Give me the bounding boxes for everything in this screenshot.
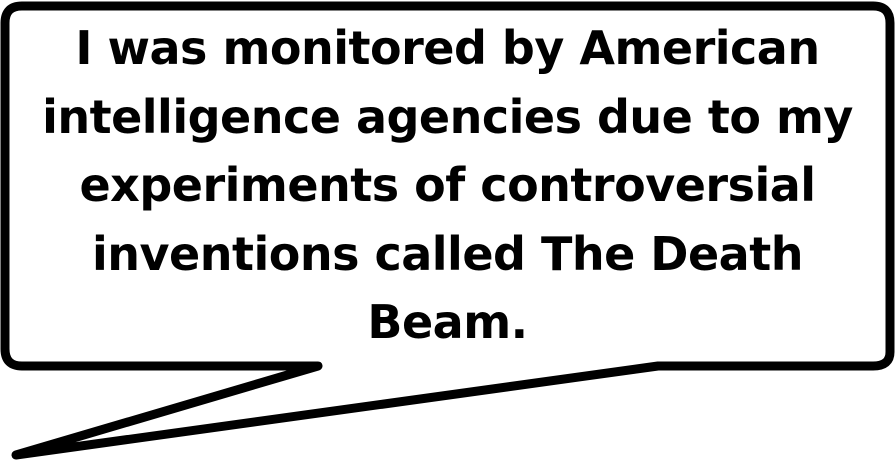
speech-bubble-text: I was monitored by American intelligence… xyxy=(20,14,875,369)
speech-line-4: inventions called The Death xyxy=(92,226,803,281)
speech-bubble-canvas: I was monitored by American intelligence… xyxy=(0,0,895,461)
speech-line-5: Beam. xyxy=(367,295,528,349)
speech-line-1: I was monitored by American xyxy=(75,21,820,75)
speech-line-2: intelligence agencies due to my xyxy=(42,89,853,144)
speech-line-3: experiments of controversial xyxy=(79,158,816,212)
